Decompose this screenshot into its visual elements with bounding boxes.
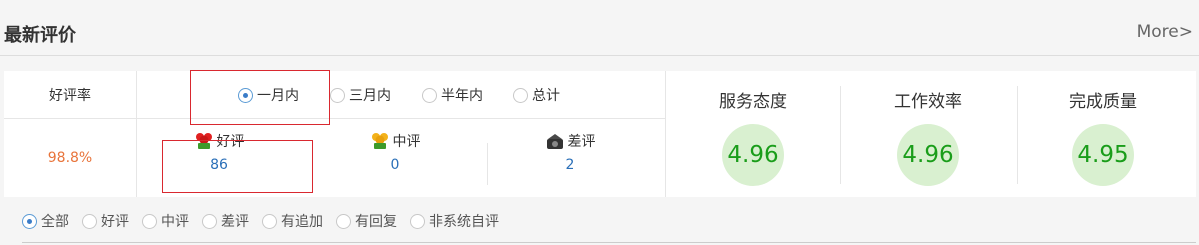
period-label: 总计: [532, 88, 560, 104]
divider: [840, 86, 841, 184]
section-header: 最新评价 More>: [0, 0, 1199, 56]
filter-radio-good[interactable]: 好评: [82, 211, 129, 231]
dark-camera-icon: [546, 134, 563, 149]
evaluation-count: 2: [565, 157, 575, 173]
radio-icon: [262, 213, 277, 229]
divider: [665, 71, 666, 197]
good-rate-value: 98.8%: [47, 149, 93, 166]
more-link[interactable]: More>: [1137, 22, 1193, 42]
radio-icon: [410, 213, 425, 229]
period-radio-total[interactable]: 总计: [513, 85, 560, 105]
yellow-flower-icon: [371, 133, 388, 149]
score-value: 4.95: [1072, 124, 1134, 186]
evaluation-count: 0: [390, 157, 400, 173]
filter-radio-neutral[interactable]: 中评: [142, 211, 189, 231]
filter-radio-bad[interactable]: 差评: [202, 211, 249, 231]
score-value: 4.96: [897, 124, 959, 186]
period-label: 三月内: [349, 88, 391, 104]
filter-label: 差评: [221, 214, 249, 230]
divider: [136, 71, 137, 197]
radio-icon: [142, 213, 157, 229]
filter-label: 非系统自评: [429, 214, 499, 230]
evaluation-bad[interactable]: 差评 2: [510, 130, 630, 173]
filter-label: 中评: [161, 214, 189, 230]
score-value: 4.96: [722, 124, 784, 186]
radio-icon: [336, 213, 351, 229]
score-efficiency: 工作效率 4.96: [868, 87, 988, 186]
divider: [487, 143, 488, 185]
radio-icon: [422, 87, 437, 103]
filter-radio-all[interactable]: 全部: [22, 211, 69, 231]
evaluation-label: 差评: [567, 134, 596, 150]
filter-bar: 全部 好评 中评 差评 有追加 有回复 非系统自评: [22, 210, 512, 232]
filter-radio-replied[interactable]: 有回复: [336, 211, 397, 231]
radio-icon: [202, 213, 217, 229]
filter-label: 好评: [101, 214, 129, 230]
score-label: 完成质量: [1069, 92, 1137, 112]
highlight-box: [190, 70, 330, 125]
radio-icon: [82, 213, 97, 229]
divider: [22, 242, 1196, 243]
header-divider: [0, 55, 1199, 56]
score-label: 服务态度: [719, 92, 787, 112]
evaluation-neutral[interactable]: 中评 0: [335, 130, 455, 173]
score-label: 工作效率: [894, 92, 962, 112]
score-service: 服务态度 4.96: [693, 87, 813, 186]
evaluation-label: 中评: [392, 134, 421, 150]
radio-icon: [513, 87, 528, 103]
filter-label: 有回复: [355, 214, 397, 230]
score-quality: 完成质量 4.95: [1043, 87, 1163, 186]
filter-radio-non-system[interactable]: 非系统自评: [410, 211, 499, 231]
filter-label: 全部: [41, 214, 69, 230]
radio-checked-icon: [22, 213, 37, 229]
filter-radio-appended[interactable]: 有追加: [262, 211, 323, 231]
highlight-box: [162, 140, 313, 193]
divider: [1017, 86, 1018, 184]
good-rate-label: 好评率: [49, 87, 91, 104]
period-radio-halfyear[interactable]: 半年内: [422, 85, 483, 105]
period-radio-3months[interactable]: 三月内: [330, 85, 391, 105]
period-label: 半年内: [441, 88, 483, 104]
filter-label: 有追加: [281, 214, 323, 230]
radio-icon: [330, 87, 345, 103]
section-title: 最新评价: [4, 25, 76, 46]
